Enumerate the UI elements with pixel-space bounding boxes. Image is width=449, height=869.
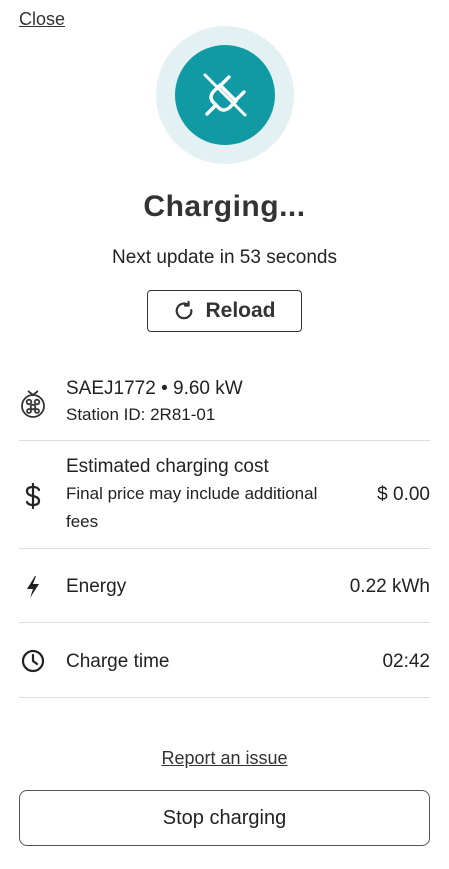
connector-icon	[19, 388, 47, 425]
reload-button[interactable]: Reload	[147, 290, 302, 332]
report-issue-link[interactable]: Report an issue	[161, 748, 287, 768]
status-title: Charging...	[143, 190, 306, 223]
energy-label: Energy	[66, 576, 127, 597]
plug-icon	[203, 73, 247, 117]
status-indicator	[156, 26, 294, 164]
cost-note-cont: fees	[66, 512, 99, 531]
close-link[interactable]: Close	[19, 9, 65, 30]
report-issue-container: Report an issue	[0, 748, 449, 769]
reload-icon	[176, 300, 193, 320]
lightning-icon	[25, 575, 41, 604]
station-id: Station ID: 2R81-01	[66, 405, 216, 424]
charge-time-row: Charge time 02:42	[19, 623, 430, 698]
dollar-icon	[24, 482, 42, 514]
stop-charging-button[interactable]: Stop charging	[19, 790, 430, 846]
charge-time-value: 02:42	[382, 651, 430, 672]
energy-value: 0.22 kWh	[349, 576, 430, 597]
connector-row: SAEJ1772 • 9.60 kW Station ID: 2R81-01	[19, 368, 430, 441]
cost-note: Final price may include additional	[66, 484, 318, 503]
cost-value: $ 0.00	[377, 484, 430, 505]
charging-screen: Close Charging... Next update in 53 seco…	[0, 0, 449, 869]
energy-row: Energy 0.22 kWh	[19, 549, 430, 623]
update-countdown: Next update in 53 seconds	[112, 247, 337, 268]
clock-icon	[21, 649, 45, 678]
cost-title: Estimated charging cost	[66, 456, 269, 477]
reload-label: Reload	[205, 299, 276, 322]
connector-spec: SAEJ1772 • 9.60 kW	[66, 378, 243, 399]
status-circle	[175, 45, 275, 145]
charge-time-label: Charge time	[66, 651, 170, 672]
cost-row: Estimated charging cost Final price may …	[19, 441, 430, 549]
